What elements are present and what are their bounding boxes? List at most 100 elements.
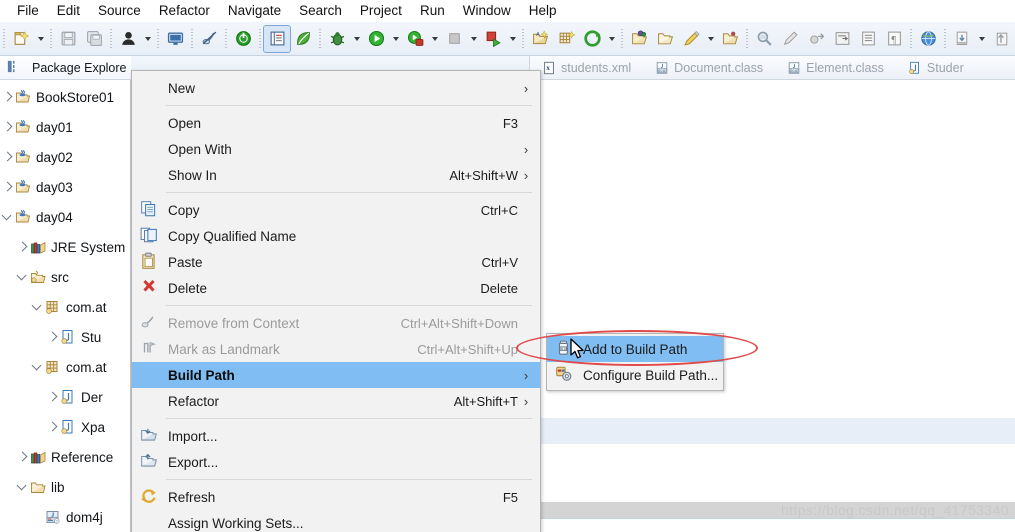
project-tree[interactable]: BookStore01 day01 day02 day03 day04 JRE Syste… bbox=[0, 82, 131, 532]
tree-expand-arrow-icon[interactable] bbox=[15, 442, 30, 472]
skip-breakpoints-icon[interactable] bbox=[196, 26, 222, 52]
tree-item-com-at[interactable]: com.at bbox=[0, 292, 131, 322]
tree-item-src[interactable]: src bbox=[0, 262, 131, 292]
next-annotation-icon[interactable] bbox=[803, 26, 829, 52]
tree-item-der[interactable]: Der bbox=[0, 382, 131, 412]
dropdown-arrow-icon[interactable] bbox=[506, 26, 519, 52]
tree-item-dom4j[interactable]: ? dom4j bbox=[0, 502, 131, 532]
tree-expand-arrow-icon[interactable] bbox=[0, 112, 15, 142]
open-folder-icon[interactable] bbox=[717, 26, 743, 52]
menu-window[interactable]: Window bbox=[454, 0, 520, 22]
build-path-submenu[interactable]: 010 Add to Build Path Configure Build Path… bbox=[546, 333, 724, 391]
console-icon[interactable] bbox=[162, 26, 188, 52]
tree-collapse-arrow-icon[interactable] bbox=[15, 262, 30, 292]
tree-item-xpa[interactable]: Xpa bbox=[0, 412, 131, 442]
tree-collapse-arrow-icon[interactable] bbox=[30, 352, 45, 382]
editor-tab-document-class[interactable]: 010 Document.class bbox=[643, 56, 775, 79]
editor-tab-studer[interactable]: Studer bbox=[896, 56, 976, 79]
tree-expand-arrow-icon[interactable] bbox=[15, 232, 30, 262]
stop-icon[interactable] bbox=[441, 26, 467, 52]
dropdown-arrow-icon[interactable] bbox=[975, 26, 988, 52]
toggle-block-icon[interactable] bbox=[829, 26, 855, 52]
search-class-icon[interactable] bbox=[751, 26, 777, 52]
run-external-icon[interactable] bbox=[402, 26, 428, 52]
tree-collapse-arrow-icon[interactable] bbox=[15, 472, 30, 502]
menu-search[interactable]: Search bbox=[290, 0, 351, 22]
context-menu-item-refresh[interactable]: Refresh F5 bbox=[132, 484, 540, 510]
open-resource-icon[interactable] bbox=[652, 26, 678, 52]
save-icon[interactable] bbox=[55, 26, 81, 52]
dropdown-arrow-icon[interactable] bbox=[605, 26, 618, 52]
pencil-icon[interactable] bbox=[777, 26, 803, 52]
context-menu[interactable]: New › Open F3 Open With › Show In Alt+Shift+W › C… bbox=[131, 70, 541, 532]
menu-help[interactable]: Help bbox=[520, 0, 566, 22]
tree-item-stu[interactable]: Stu bbox=[0, 322, 131, 352]
tree-collapse-arrow-icon[interactable] bbox=[30, 292, 45, 322]
tree-expand-arrow-icon[interactable] bbox=[45, 382, 60, 412]
open-task-icon[interactable] bbox=[263, 24, 291, 53]
context-menu-item-remove-from-context[interactable]: Remove from Context Ctrl+Alt+Shift+Down bbox=[132, 310, 540, 336]
tree-item-day01[interactable]: day01 bbox=[0, 112, 131, 142]
tree-item-day02[interactable]: day02 bbox=[0, 142, 131, 172]
context-menu-item-mark-as-landmark[interactable]: Mark as Landmark Ctrl+Alt+Shift+Up bbox=[132, 336, 540, 362]
dropdown-arrow-icon[interactable] bbox=[467, 26, 480, 52]
context-menu-item-paste[interactable]: Paste Ctrl+V bbox=[132, 249, 540, 275]
tree-expand-arrow-icon[interactable] bbox=[0, 172, 15, 202]
submenu-item-add-to-build-path[interactable]: 010 Add to Build Path bbox=[547, 336, 723, 362]
submenu-item-configure-build-path[interactable]: Configure Build Path... bbox=[547, 362, 723, 388]
person-icon[interactable] bbox=[115, 26, 141, 52]
menu-file[interactable]: File bbox=[8, 0, 48, 22]
context-menu-item-new[interactable]: New › bbox=[132, 75, 540, 101]
menu-navigate[interactable]: Navigate bbox=[219, 0, 290, 22]
tree-item-bookstore01[interactable]: BookStore01 bbox=[0, 82, 131, 112]
power-icon[interactable] bbox=[230, 26, 256, 52]
upload-icon[interactable] bbox=[988, 26, 1014, 52]
context-menu-item-show-in[interactable]: Show In Alt+Shift+W › bbox=[132, 162, 540, 188]
context-menu-item-build-path[interactable]: Build Path › bbox=[132, 362, 540, 388]
context-menu-item-copy[interactable]: Copy Ctrl+C bbox=[132, 197, 540, 223]
dropdown-arrow-icon[interactable] bbox=[389, 26, 402, 52]
debug-icon[interactable] bbox=[324, 26, 350, 52]
tree-item-day04[interactable]: day04 bbox=[0, 202, 131, 232]
pilcrow-icon[interactable]: ¶ bbox=[881, 26, 907, 52]
context-menu-item-open[interactable]: Open F3 bbox=[132, 110, 540, 136]
new-package-icon[interactable] bbox=[553, 26, 579, 52]
menu-run[interactable]: Run bbox=[411, 0, 454, 22]
context-menu-item-delete[interactable]: Delete Delete bbox=[132, 275, 540, 301]
context-menu-item-copy-qualified-name[interactable]: Copy Qualified Name bbox=[132, 223, 540, 249]
coverage-icon[interactable] bbox=[480, 26, 506, 52]
web-browser-icon[interactable] bbox=[915, 26, 941, 52]
menu-project[interactable]: Project bbox=[351, 0, 411, 22]
tree-item-jre-system[interactable]: JRE System bbox=[0, 232, 131, 262]
dropdown-arrow-icon[interactable] bbox=[34, 26, 47, 52]
tree-expand-arrow-icon[interactable] bbox=[0, 142, 15, 172]
editor-tab-element-class[interactable]: 010 Element.class bbox=[775, 56, 896, 79]
menu-refactor[interactable]: Refactor bbox=[150, 0, 219, 22]
tree-expand-arrow-icon[interactable] bbox=[0, 82, 15, 112]
editor-tab-students-xml[interactable]: x students.xml bbox=[530, 56, 643, 79]
context-menu-item-refactor[interactable]: Refactor Alt+Shift+T › bbox=[132, 388, 540, 414]
tree-item-com-at[interactable]: com.at bbox=[0, 352, 131, 382]
save-all-icon[interactable] bbox=[81, 26, 107, 52]
context-menu-item-import[interactable]: Import... bbox=[132, 423, 540, 449]
run-icon[interactable] bbox=[363, 26, 389, 52]
package-explorer-tab[interactable]: Package Explore bbox=[0, 56, 131, 80]
dropdown-arrow-icon[interactable] bbox=[704, 26, 717, 52]
context-menu-item-assign-working-sets[interactable]: Assign Working Sets... bbox=[132, 510, 540, 532]
tree-expand-arrow-icon[interactable] bbox=[45, 412, 60, 442]
leaf-icon[interactable] bbox=[290, 26, 316, 52]
quickfix-icon[interactable] bbox=[678, 26, 704, 52]
dropdown-arrow-icon[interactable] bbox=[428, 26, 441, 52]
menu-edit[interactable]: Edit bbox=[48, 0, 89, 22]
dropdown-arrow-icon[interactable] bbox=[141, 26, 154, 52]
open-type-icon[interactable] bbox=[626, 26, 652, 52]
toggle-list-icon[interactable] bbox=[855, 26, 881, 52]
tree-expand-arrow-icon[interactable] bbox=[45, 322, 60, 352]
menu-source[interactable]: Source bbox=[89, 0, 150, 22]
context-menu-item-export[interactable]: Export... bbox=[132, 449, 540, 475]
refresh-green-icon[interactable] bbox=[579, 26, 605, 52]
new-wizard-icon[interactable] bbox=[8, 26, 34, 52]
tree-collapse-arrow-icon[interactable] bbox=[0, 202, 15, 232]
download-icon[interactable] bbox=[949, 26, 975, 52]
context-menu-item-open-with[interactable]: Open With › bbox=[132, 136, 540, 162]
